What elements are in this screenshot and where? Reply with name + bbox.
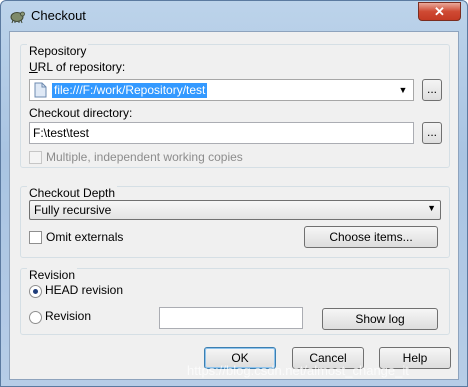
tortoise-icon xyxy=(10,11,25,24)
watermark: https://blog.csdn.net/almost_change_it xyxy=(187,363,409,378)
depth-selected-value: Fully recursive xyxy=(34,203,112,217)
show-log-button[interactable]: Show log xyxy=(322,308,438,330)
browse-dir-button[interactable]: ... xyxy=(422,122,442,144)
revision-group: Revision HEAD revision Revision Show log xyxy=(20,268,450,335)
choose-items-button[interactable]: Choose items... xyxy=(304,226,438,248)
omit-externals-label: Omit externals xyxy=(46,230,124,244)
url-combobox[interactable]: file:///F:/work/Repository/test ▼ xyxy=(29,79,414,101)
checkout-depth-group: Checkout Depth Fully recursive ▼ Omit ex… xyxy=(20,186,450,258)
omit-externals-checkbox[interactable] xyxy=(29,231,42,244)
chevron-down-icon: ▼ xyxy=(427,203,436,213)
close-button[interactable]: ✕ xyxy=(418,2,461,21)
revision-group-title: Revision xyxy=(27,268,78,282)
repository-group: Repository URL of repository: file:///F:… xyxy=(20,44,450,168)
head-revision-label: HEAD revision xyxy=(45,283,124,297)
file-icon xyxy=(34,82,47,98)
title-bar[interactable]: Checkout ✕ xyxy=(1,1,467,31)
window-title: Checkout xyxy=(31,8,86,23)
multiple-copies-checkbox[interactable] xyxy=(29,151,42,164)
depth-select[interactable]: Fully recursive ▼ xyxy=(29,200,441,220)
head-revision-radio[interactable] xyxy=(29,285,42,298)
checkout-dir-input[interactable]: F:\test\test xyxy=(29,122,414,144)
revision-input[interactable] xyxy=(159,307,303,329)
close-icon: ✕ xyxy=(434,4,445,19)
dialog-body: Repository URL of repository: file:///F:… xyxy=(9,31,459,380)
multiple-copies-label: Multiple, independent working copies xyxy=(46,150,243,164)
browse-url-button[interactable]: ... xyxy=(422,79,442,101)
url-label: URL of repository: xyxy=(29,60,126,74)
revision-label: Revision xyxy=(45,309,92,323)
url-value: file:///F:/work/Repository/test xyxy=(52,83,208,98)
chevron-down-icon[interactable]: ▼ xyxy=(395,82,411,98)
repository-group-title: Repository xyxy=(27,44,89,58)
checkout-dialog: Checkout ✕ Repository URL of repository:… xyxy=(0,0,468,387)
checkout-depth-group-title: Checkout Depth xyxy=(27,186,118,200)
revision-radio[interactable] xyxy=(29,311,42,324)
checkout-dir-label: Checkout directory: xyxy=(29,106,133,120)
